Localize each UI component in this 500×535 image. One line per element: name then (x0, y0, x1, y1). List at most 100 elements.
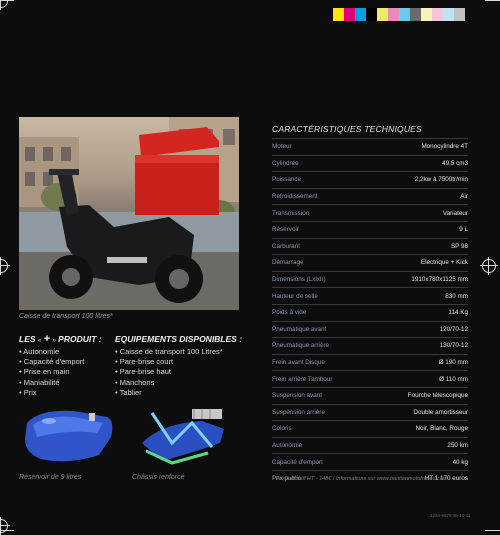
les-plus-list: • Autonomie • Capacité d'emport • Prise en… (19, 347, 102, 398)
spec-row: Poids à vide 114 Kg (272, 303, 469, 321)
spec-row: Pneumatique arrière 130/70-12 (272, 337, 468, 354)
spec-value: 120/70-12 (439, 325, 468, 333)
color-swatch (388, 8, 399, 21)
spec-value: Electrique + Kick (420, 259, 468, 267)
chassis-illustration (132, 403, 232, 471)
spec-label: Refroidissement (272, 193, 318, 201)
spec-value: Air (460, 193, 468, 201)
fuel-tank-photo (19, 403, 119, 471)
spec-row: Autonomie 250 km (272, 436, 468, 454)
spec-value: Double amortisseur (413, 408, 468, 416)
spec-label: Capacité d'emport (272, 458, 323, 466)
spec-label: Suspension arrière (272, 408, 325, 416)
spec-row: Démarrage Electrique + Kick (272, 254, 468, 271)
spec-label: Pneumatique avant (272, 325, 327, 333)
list-item: • Prise en main (19, 367, 70, 377)
spec-row: Suspension avant Fourche télescopique (272, 386, 468, 404)
spec-row: Moteur Monocylindre 4T (272, 138, 468, 155)
color-swatch (410, 8, 421, 21)
list-item: • Pare-brise haut (115, 367, 171, 377)
spec-value: Noir, Blanc, Rouge (415, 425, 468, 433)
spec-row: Cylindrée 49,5 cm3 (272, 154, 468, 172)
spec-label: Transmission (272, 209, 310, 217)
spec-value: Fourche télescopique (407, 392, 468, 400)
spec-label: Hauteur de selle (272, 292, 318, 300)
les-plus-title: LES « + » PRODUIT : (19, 333, 102, 345)
spec-value: 49,5 cm3 (442, 159, 468, 167)
spec-value: 830 mm (445, 292, 468, 300)
spec-row: Dimensions (Lxlxh) 1910x780x1125 mm (272, 270, 468, 288)
spec-row: Transmission Variateur (272, 204, 468, 221)
spec-row: Carburant SP 98 (272, 237, 468, 255)
color-swatch (366, 8, 377, 21)
list-item: • Manchons (115, 377, 155, 387)
spec-value: 40 kg (452, 458, 468, 466)
spec-row: Coloris Noir, Blanc, Rouge (272, 420, 468, 437)
color-swatch (399, 8, 410, 21)
color-swatch (432, 8, 443, 21)
spec-value: Ø 110 mm (439, 375, 468, 383)
spec-value: 9 L (459, 226, 468, 234)
color-swatch (355, 8, 366, 21)
registration-mark-icon (0, 257, 10, 275)
spec-row: Capacité d'emport 40 kg (272, 453, 468, 470)
registration-mark-icon (480, 257, 498, 275)
print-slug: 1234-5678 05-10-11 (430, 513, 471, 518)
spec-label: Démarrage (272, 259, 304, 267)
equipements-list: • Caisse de transport 100 Litres* • Pare-… (115, 347, 242, 398)
chassis-caption: Châssis renforcé (132, 474, 185, 481)
list-item: • Maniabilité (19, 377, 60, 387)
les-plus-block: LES « + » PRODUIT : • Autonomie • Capacit… (19, 333, 102, 398)
spec-row: Pneumatique avant 120/70-12 (272, 320, 468, 338)
spec-label: Réservoir (272, 226, 299, 234)
spec-label: Frein avant Disque (272, 359, 325, 367)
spec-value: SP 98 (450, 242, 468, 250)
spec-value: Variateur (442, 209, 468, 217)
spec-label: Pneumatique arrière (272, 342, 330, 350)
spec-label: Poids à vide (272, 309, 307, 317)
les-plus-title-prefix: LES (19, 334, 36, 344)
specs-table: Moteur Monocylindre 4T Cylindrée 49,5 cm3 Pu… (272, 138, 468, 486)
color-swatch (333, 8, 344, 21)
spec-row: Frein avant Disque Ø 190 mm (272, 353, 468, 371)
crop-mark (485, 0, 500, 1)
equipements-title: EQUIPEMENTS DISPONIBLES : (115, 334, 243, 344)
color-swatch (443, 8, 454, 21)
spec-value: 130/70-12 (439, 342, 468, 350)
list-item: • Pare-brise court (115, 357, 174, 367)
spec-label: Puissance (272, 176, 302, 184)
chassis-photo (132, 403, 232, 471)
fuel-tank-caption: Réservoir de 9 litres (19, 474, 82, 481)
list-item: • Tablier (115, 387, 142, 397)
spec-label: Suspension avant (272, 392, 323, 400)
les-plus-quote-right: » (52, 338, 56, 344)
price-footnote: * Prix indicatif HT - 148€ / Information… (272, 476, 448, 482)
spec-label: Coloris (272, 425, 292, 433)
spec-value: Ø 190 mm (438, 359, 468, 367)
list-item: • Capacité d'emport (19, 357, 85, 367)
color-swatch (377, 8, 388, 21)
spec-label: Moteur (272, 143, 292, 151)
spec-row: Réservoir 9 L (272, 220, 468, 238)
color-swatch (454, 8, 465, 21)
color-swatch (344, 8, 355, 21)
plus-icon: + (43, 333, 51, 345)
les-plus-quote-left: « (37, 338, 42, 344)
equipements-block: EQUIPEMENTS DISPONIBLES : • Caisse de tr… (115, 334, 242, 398)
spec-label: Autonomie (272, 441, 303, 449)
spec-value: 250 km (447, 441, 468, 449)
spec-value: Monocylindre 4T (421, 143, 468, 151)
fuel-tank-illustration (19, 403, 119, 471)
spec-label: Cylindrée (272, 159, 299, 167)
spec-value: 114 Kg (448, 309, 469, 317)
print-color-bar (333, 8, 465, 21)
spec-label: Dimensions (Lxlxh) (272, 276, 326, 284)
spec-label: Carburant (272, 242, 301, 250)
spec-row: Hauteur de selle 830 mm (272, 287, 468, 304)
spec-row: Refroidissement Air (272, 187, 468, 205)
list-item: • Caisse de transport 100 Litres* (115, 347, 223, 356)
specs-title: CARACTÉRISTIQUES TECHNIQUES (272, 124, 422, 134)
list-item: • Prix (19, 387, 37, 397)
spec-row: Suspension arrière Double amortisseur (272, 403, 468, 421)
scooter-illustration (19, 117, 239, 310)
